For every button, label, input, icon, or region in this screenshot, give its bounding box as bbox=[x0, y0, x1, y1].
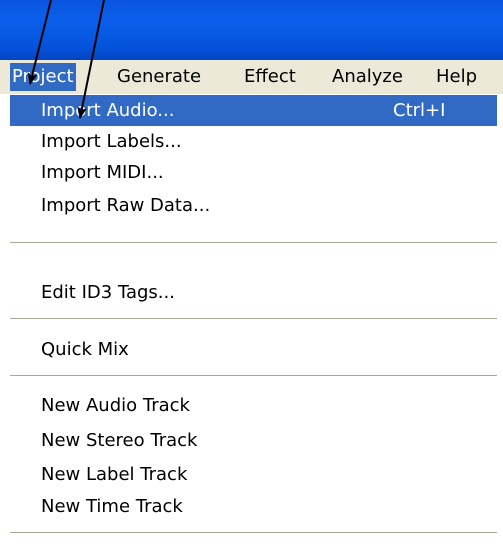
screenshot-stage: Project Generate Effect Analyze Help Imp… bbox=[0, 0, 503, 546]
menu-item-new-stereo-track[interactable]: New Stereo Track bbox=[10, 425, 497, 456]
menu-generate[interactable]: Generate bbox=[115, 63, 203, 91]
menu-item-label: New Stereo Track bbox=[41, 430, 198, 451]
menu-item-label: Import Raw Data... bbox=[41, 195, 211, 216]
menu-item-shortcut: Ctrl+I bbox=[393, 100, 446, 121]
menu-item-label: New Label Track bbox=[41, 464, 188, 485]
menu-separator bbox=[10, 318, 497, 320]
menu-item-new-label-track[interactable]: New Label Track bbox=[10, 459, 497, 490]
menu-item-label: New Time Track bbox=[41, 496, 183, 517]
menu-item-label: Import Labels... bbox=[41, 131, 182, 152]
menu-analyze[interactable]: Analyze bbox=[330, 63, 405, 91]
menu-item-new-time-track[interactable]: New Time Track bbox=[10, 491, 497, 522]
menu-item-import-audio[interactable]: Import Audio... Ctrl+I bbox=[10, 95, 497, 126]
menu-item-import-midi[interactable]: Import MIDI... bbox=[10, 157, 497, 188]
menu-separator bbox=[10, 375, 497, 377]
menu-project[interactable]: Project bbox=[10, 63, 76, 91]
menu-help[interactable]: Help bbox=[434, 63, 479, 91]
menu-bar: Project Generate Effect Analyze Help bbox=[0, 60, 503, 94]
menu-item-edit-id3-tags[interactable]: Edit ID3 Tags... bbox=[10, 277, 497, 308]
menu-item-quick-mix[interactable]: Quick Mix bbox=[10, 334, 497, 365]
menu-item-label: Import MIDI... bbox=[41, 162, 164, 183]
menu-item-new-audio-track[interactable]: New Audio Track bbox=[10, 390, 497, 421]
menu-item-label: Import Audio... bbox=[41, 100, 175, 121]
menu-item-import-labels[interactable]: Import Labels... bbox=[10, 126, 497, 157]
menu-item-label: New Audio Track bbox=[41, 395, 190, 416]
project-dropdown-menu: Import Audio... Ctrl+I Import Labels... … bbox=[0, 94, 503, 546]
window-title-bar bbox=[0, 0, 503, 60]
menu-effect[interactable]: Effect bbox=[242, 63, 298, 91]
menu-separator bbox=[10, 242, 497, 244]
menu-item-import-raw-data[interactable]: Import Raw Data... bbox=[10, 190, 497, 221]
menu-item-label: Quick Mix bbox=[41, 339, 129, 360]
menu-separator bbox=[10, 532, 497, 534]
menu-item-label: Edit ID3 Tags... bbox=[41, 282, 175, 303]
